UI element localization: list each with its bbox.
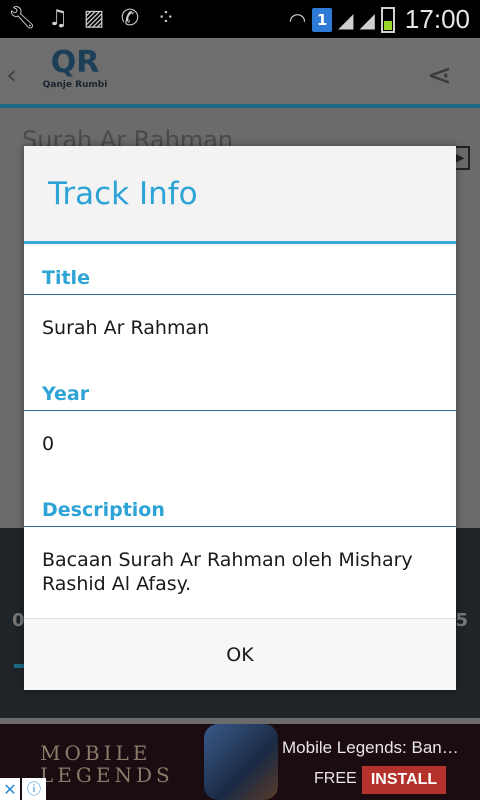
clock: 17:00 bbox=[404, 4, 470, 34]
notification-icons: 🔧︎ ♫ ▨ ✆ ⁘ bbox=[8, 4, 180, 32]
field-description: Description Bacaan Surah Ar Rahman oleh … bbox=[24, 499, 456, 596]
field-title: Title Surah Ar Rahman bbox=[24, 267, 456, 340]
elapsed-time: 0 bbox=[12, 610, 25, 631]
signal-icon: ◢ bbox=[338, 7, 354, 32]
ok-button[interactable]: OK bbox=[24, 618, 456, 690]
dialog-header: Track Info bbox=[24, 146, 456, 244]
ad-price: FREE bbox=[314, 770, 357, 787]
status-bar: 🔧︎ ♫ ▨ ✆ ⁘ ◠ 1 ◢ ◢ 17:00 bbox=[0, 0, 480, 38]
ad-info-icon[interactable]: ⓘ bbox=[22, 778, 46, 800]
field-label: Description bbox=[42, 499, 165, 521]
ad-brand-mark: MOBILE LEGENDS bbox=[40, 742, 174, 786]
image-icon: ▨ bbox=[83, 5, 105, 31]
wifi-icon: ◠ bbox=[288, 7, 307, 32]
field-label: Title bbox=[42, 267, 90, 289]
field-value: Bacaan Surah Ar Rahman oleh Mishary Rash… bbox=[42, 549, 413, 595]
progress-bar bbox=[14, 664, 24, 668]
share-icon[interactable]: ⋖ bbox=[427, 58, 452, 93]
divider bbox=[24, 526, 456, 527]
ad-brand-line2: LEGENDS bbox=[40, 763, 174, 787]
field-label: Year bbox=[42, 383, 90, 405]
divider bbox=[24, 410, 456, 411]
logo-initials: QR bbox=[50, 45, 100, 80]
back-icon[interactable]: ‹ bbox=[6, 58, 17, 91]
sim-badge: 1 bbox=[312, 7, 333, 32]
music-icon: ♫ bbox=[48, 5, 68, 31]
divider bbox=[24, 294, 456, 295]
bbm-icon: ⁘ bbox=[156, 5, 176, 31]
app-logo: QR Qanje Rumbi bbox=[40, 46, 110, 98]
app-bar: ‹ QR Qanje Rumbi ⋖ bbox=[0, 38, 480, 108]
field-value: 0 bbox=[42, 433, 55, 455]
ad-brand-line1: MOBILE bbox=[40, 741, 152, 765]
whatsapp-icon: ✆ bbox=[120, 5, 140, 31]
field-year: Year 0 bbox=[24, 383, 456, 456]
wrench-icon: 🔧︎ bbox=[8, 5, 36, 31]
ad-close-icon[interactable]: ✕ bbox=[0, 778, 20, 800]
battery-icon bbox=[380, 6, 395, 33]
logo-text: Qanje Rumbi bbox=[42, 80, 108, 90]
track-info-dialog: Track Info Title Surah Ar Rahman Year 0 … bbox=[24, 146, 456, 690]
ad-app-icon bbox=[204, 724, 278, 800]
install-button[interactable]: INSTALL bbox=[362, 766, 446, 794]
dialog-title: Track Info bbox=[48, 176, 198, 212]
system-icons: ◠ 1 ◢ ◢ 17:00 bbox=[289, 4, 470, 35]
total-time: 5 bbox=[455, 610, 468, 631]
ad-title: Mobile Legends: Ban… bbox=[282, 738, 459, 757]
signal-icon-2: ◢ bbox=[359, 7, 375, 32]
ad-banner[interactable]: MOBILE LEGENDS Mobile Legends: Ban… FREE… bbox=[0, 724, 480, 800]
field-value: Surah Ar Rahman bbox=[42, 317, 210, 339]
